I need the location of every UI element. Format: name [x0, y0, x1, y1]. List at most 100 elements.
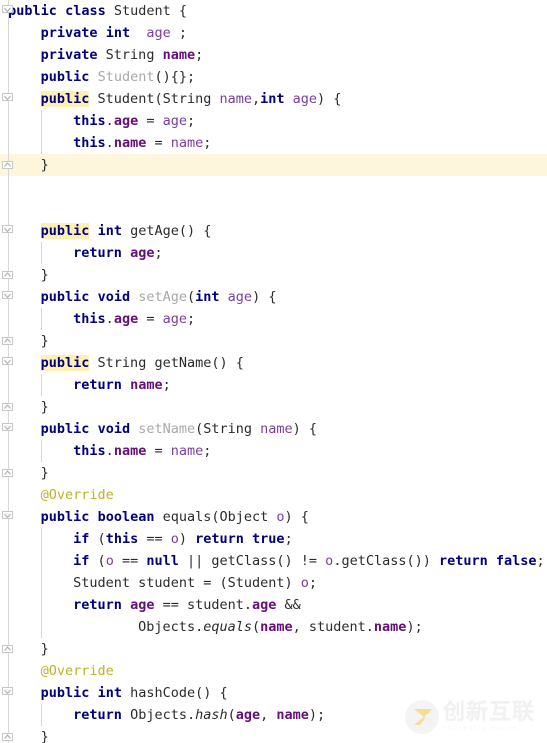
fold-marker-collapsed-end[interactable] [2, 335, 13, 346]
code-token: true [252, 531, 285, 547]
code-line[interactable]: private int age ; [0, 22, 547, 44]
code-token: public [40, 421, 90, 437]
code-token: ( [89, 531, 106, 547]
code-line[interactable]: public void setAge(int age) { [0, 286, 547, 308]
fold-marker-collapsed-end[interactable] [2, 269, 13, 280]
code-token: @Override [40, 487, 114, 503]
code-line[interactable]: this.name = name; [0, 440, 547, 462]
code-line[interactable]: public int getAge() { [0, 220, 547, 242]
code-line[interactable]: public String getName() { [0, 352, 547, 374]
code-token: age [113, 311, 139, 327]
code-token: age [235, 707, 261, 723]
code-token: = [146, 135, 171, 151]
fold-marker-expanded[interactable] [2, 225, 13, 236]
code-token: age [130, 597, 155, 613]
fold-marker-expanded[interactable] [2, 357, 13, 368]
fold-marker-collapsed-end[interactable] [2, 401, 13, 412]
code-line[interactable]: } [0, 462, 547, 484]
fold-marker-expanded[interactable] [2, 5, 13, 16]
code-line[interactable]: this.age = age; [0, 110, 547, 132]
code-token: } [40, 465, 49, 481]
code-token: setName [138, 421, 196, 437]
code-line[interactable]: return age; [0, 242, 547, 264]
fold-marker-collapsed-end[interactable] [2, 731, 13, 742]
code-line[interactable]: } [0, 726, 547, 743]
code-token: boolean [97, 509, 155, 525]
fold-marker-expanded[interactable] [2, 291, 13, 302]
code-token: name [170, 443, 204, 459]
code-token: @Override [40, 663, 114, 679]
code-line[interactable]: } [0, 264, 547, 286]
code-line[interactable] [0, 176, 547, 198]
code-token: false [495, 553, 537, 569]
code-token: , [251, 91, 261, 107]
code-line[interactable]: return age == student.age && [0, 594, 547, 616]
code-line[interactable]: public Student(String name,int age) { [0, 88, 547, 110]
code-token: ; [284, 531, 293, 547]
code-line[interactable]: return name; [0, 374, 547, 396]
indent-guide [40, 374, 42, 396]
code-line[interactable]: } [0, 638, 547, 660]
code-token: age [227, 289, 253, 305]
fold-marker-expanded[interactable] [2, 511, 13, 522]
code-token: Objects. [138, 619, 204, 635]
fold-marker-collapsed-end[interactable] [2, 467, 13, 478]
code-token: = [138, 113, 163, 129]
indent-guide [8, 0, 9, 743]
code-line[interactable]: return Objects.hash(age, name); [0, 704, 547, 726]
code-line[interactable]: if (this == o) return true; [0, 528, 547, 550]
fold-marker-expanded[interactable] [2, 93, 13, 104]
code-token: ) { [317, 91, 342, 107]
code-line[interactable]: public class Student { [0, 0, 547, 22]
code-token: ; [536, 553, 545, 569]
code-line[interactable]: Objects.equals(name, student.name); [0, 616, 547, 638]
code-token: private [40, 25, 98, 41]
code-token: . [105, 113, 114, 129]
code-line[interactable]: private String name; [0, 44, 547, 66]
code-token: public [40, 289, 90, 305]
code-line[interactable]: public int hashCode() { [0, 682, 547, 704]
code-token: public [40, 69, 90, 85]
code-token: ; [203, 135, 212, 151]
code-token: void [97, 289, 131, 305]
fold-marker-collapsed-end[interactable] [2, 643, 13, 654]
code-token: age [162, 113, 187, 129]
code-token: ; [186, 113, 196, 129]
code-line[interactable]: @Override [0, 484, 547, 506]
code-line[interactable]: public void setName(String name) { [0, 418, 547, 440]
fold-marker-expanded[interactable] [2, 423, 13, 434]
code-line[interactable]: @Override [0, 660, 547, 682]
code-line[interactable]: } [0, 330, 547, 352]
code-line[interactable]: this.age = age; [0, 308, 547, 330]
code-token: , [260, 707, 277, 723]
code-line[interactable]: } [0, 396, 547, 418]
fold-marker-collapsed-end[interactable] [2, 159, 13, 170]
code-token: (){}; [154, 69, 196, 85]
code-line[interactable]: public Student(){}; [0, 66, 547, 88]
fold-marker-expanded[interactable] [2, 687, 13, 698]
code-token: . [105, 135, 114, 151]
code-line[interactable]: this.name = name; [0, 132, 547, 154]
code-token: public [8, 3, 57, 19]
code-line[interactable]: public boolean equals(Object o) { [0, 506, 547, 528]
code-token: } [40, 333, 49, 349]
code-token: void [97, 421, 131, 437]
code-line[interactable] [0, 198, 547, 220]
code-line[interactable]: if (o == null || getClass() != o.getClas… [0, 550, 547, 572]
code-token: return [73, 707, 122, 723]
code-token: && [276, 597, 301, 613]
indent-guide [40, 110, 42, 154]
code-token: age [292, 91, 318, 107]
code-token: this [73, 135, 106, 151]
code-line[interactable]: } [0, 154, 547, 176]
code-editor[interactable]: public class Student { private int age ;… [0, 0, 547, 743]
code-line[interactable]: Student student = (Student) o; [0, 572, 547, 594]
code-content[interactable]: public class Student { private int age ;… [0, 0, 547, 743]
code-token: return [73, 597, 122, 613]
